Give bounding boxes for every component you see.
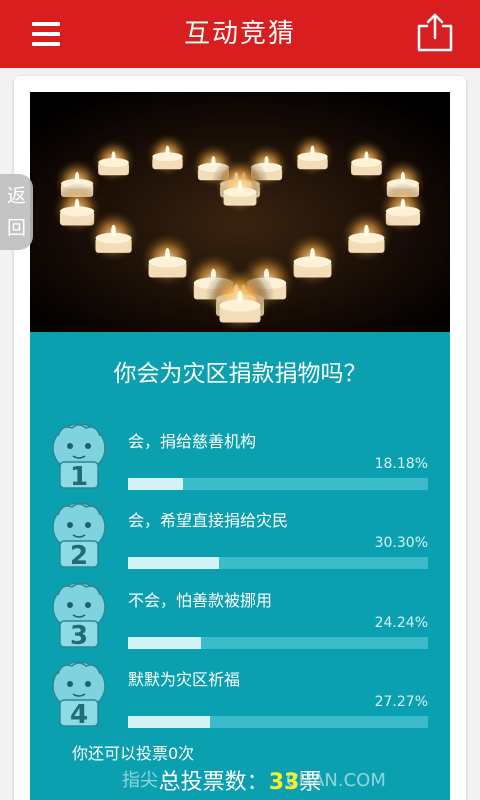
poll-option-bar-fill — [128, 637, 201, 649]
baby-number-3-icon: 3 — [48, 581, 110, 651]
poll-option-bar-fill — [128, 716, 210, 728]
poll-option-label: 不会，怕善款被挪用 — [128, 591, 273, 610]
poll-option-label: 会，捐给慈善机构 — [128, 432, 257, 451]
remaining-votes-text: 你还可以投票0次 — [72, 744, 195, 763]
hamburger-menu-icon[interactable] — [28, 20, 64, 48]
poll-option-percent: 30.30% — [374, 535, 428, 551]
poll-option-bar — [128, 637, 428, 649]
total-votes: 总投票数：33票 — [30, 764, 450, 796]
back-label-char-1: 返 — [6, 185, 26, 207]
share-icon[interactable] — [414, 12, 456, 54]
poll-option-3[interactable]: 3 不会，怕善款被挪用 24.24% — [30, 582, 450, 669]
poll-option-percent: 18.18% — [374, 456, 428, 472]
baby-number-text: 1 — [70, 462, 88, 490]
poll-question: 你会为灾区捐款捐物吗？ — [113, 361, 367, 387]
candles-heart-photo — [30, 92, 450, 332]
total-votes-count: 33 — [268, 770, 300, 795]
poll-option-bar — [128, 716, 428, 728]
baby-number-1-icon: 1 — [48, 422, 110, 492]
total-votes-suffix: 票 — [299, 770, 322, 795]
poll-option-percent: 27.27% — [374, 694, 428, 710]
poll-option-bar — [128, 557, 428, 569]
page-title: 互动竞猜 — [183, 19, 296, 49]
baby-number-text: 3 — [70, 621, 88, 649]
poll-option-label: 默默为灾区祈福 — [128, 670, 241, 689]
total-votes-prefix: 总投票数： — [158, 770, 269, 795]
poll-option-2[interactable]: 2 会，希望直接捐给灾民 30.30% — [30, 502, 450, 589]
baby-number-text: 2 — [70, 541, 88, 569]
back-button[interactable]: 返 回 — [0, 174, 33, 250]
poll-option-bar-fill — [128, 478, 183, 490]
poll-option-1[interactable]: 1 会，捐给慈善机构 18.18% — [30, 423, 450, 510]
baby-number-4-icon: 4 — [48, 660, 110, 730]
poll-option-percent: 24.24% — [374, 615, 428, 631]
top-app-bar: 互动竞猜 — [0, 0, 480, 68]
poll-option-4[interactable]: 4 默默为灾区祈福 27.27% — [30, 661, 450, 748]
poll-option-bar-fill — [128, 557, 219, 569]
back-label-char-2: 回 — [6, 217, 26, 239]
baby-number-2-icon: 2 — [48, 501, 110, 571]
poll-option-label: 会，希望直接捐给灾民 — [128, 511, 289, 530]
baby-number-text: 4 — [70, 700, 88, 728]
poll-option-bar — [128, 478, 428, 490]
